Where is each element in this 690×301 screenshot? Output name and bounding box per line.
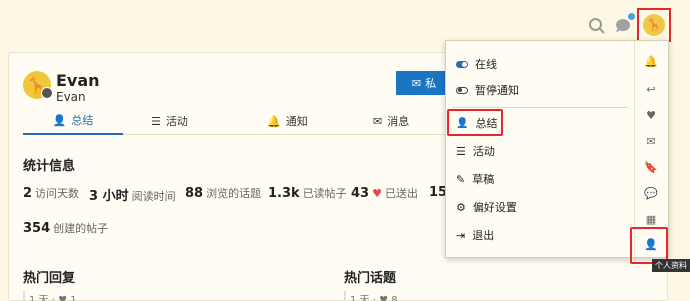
profile-tooltip: 个人资料	[652, 259, 690, 272]
bookmark-icon[interactable]: 🔖	[643, 159, 659, 175]
chat-icon[interactable]: 💬	[643, 185, 659, 201]
stat-days-visited: 2 访问天数	[23, 186, 80, 201]
reply-icon[interactable]: ↩	[643, 81, 659, 97]
tab-messages[interactable]: ✉ 消息	[373, 107, 409, 135]
top-topic-meta: 1 天 · ♥ 8	[344, 291, 398, 301]
message-button[interactable]: ✉ 私	[396, 71, 452, 95]
gear-icon: ⚙	[456, 200, 466, 214]
bell-icon[interactable]: 🔔	[643, 53, 659, 69]
menu-item-drafts[interactable]: ✎ 草稿	[456, 168, 494, 190]
envelope-icon[interactable]: ✉	[643, 133, 659, 149]
current-user-avatar[interactable]: 🦒	[637, 8, 671, 42]
grid-icon[interactable]: ▦	[643, 211, 659, 227]
heart-icon: ♥	[372, 187, 382, 200]
profile-name: Evan	[56, 71, 100, 90]
menu-item-pause-notifications[interactable]: 暂停通知	[456, 79, 519, 101]
top-reply-meta: 1 天 · ♥ 1	[23, 291, 77, 301]
toggle-icon	[456, 60, 468, 68]
notification-dot	[628, 13, 635, 20]
menu-item-preferences[interactable]: ⚙ 偏好设置	[456, 196, 517, 218]
highlight-summary-item	[447, 109, 503, 136]
stat-read-time: 3 小时 阅读时间	[89, 189, 176, 204]
top-topics-title: 热门话题	[344, 271, 397, 286]
list-icon: ☰	[456, 144, 466, 158]
stat-posts-read: 1.3k 已读帖子	[268, 186, 347, 201]
stat-posts-created: 354 创建的帖子	[23, 221, 109, 236]
tab-summary[interactable]: 👤 总结	[23, 107, 123, 135]
top-replies-title: 热门回复	[23, 271, 76, 286]
stats-title: 统计信息	[23, 159, 76, 174]
menu-item-online[interactable]: 在线	[456, 53, 497, 75]
bell-icon: 🔔	[267, 114, 281, 128]
menu-item-logout[interactable]: ⇥ 退出	[456, 224, 494, 246]
sign-out-icon: ⇥	[456, 228, 466, 242]
pencil-icon: ✎	[456, 172, 466, 186]
user-menu-rail: 🔔 ↩ ♥ ✉ 🔖 💬 ▦ 👤	[634, 41, 668, 257]
search-icon[interactable]	[586, 15, 608, 37]
envelope-icon: ✉	[411, 76, 422, 90]
giraffe-avatar-icon: 🦒	[643, 14, 665, 36]
toggle-off-icon	[456, 86, 468, 94]
menu-divider	[452, 107, 628, 108]
heart-icon[interactable]: ♥	[643, 107, 659, 123]
envelope-icon: ✉	[373, 114, 383, 128]
person-icon: 👤	[52, 113, 67, 127]
stat-likes-given: 43 ♥ 已送出	[351, 186, 418, 201]
menu-item-activity[interactable]: ☰ 活动	[456, 140, 495, 162]
tab-notifications[interactable]: 🔔 通知	[267, 107, 308, 135]
profile-tabs: 👤 总结 ☰ 活动 🔔 通知 ✉ 消息	[23, 107, 453, 135]
stat-topics-viewed: 88 浏览的话题	[185, 186, 262, 201]
status-person-icon	[41, 87, 53, 99]
user-menu-dropdown: 在线 暂停通知 👤 总结 ☰ 活动 ✎ 草稿 ⚙ 偏好设置 ⇥ 退出 🔔 ↩ ♥…	[445, 40, 669, 258]
message-button-label: 私	[425, 77, 437, 90]
chat-icon[interactable]	[612, 13, 635, 37]
list-icon: ☰	[151, 114, 161, 128]
profile-username: Evan	[56, 90, 86, 104]
tab-activity[interactable]: ☰ 活动	[151, 107, 188, 135]
